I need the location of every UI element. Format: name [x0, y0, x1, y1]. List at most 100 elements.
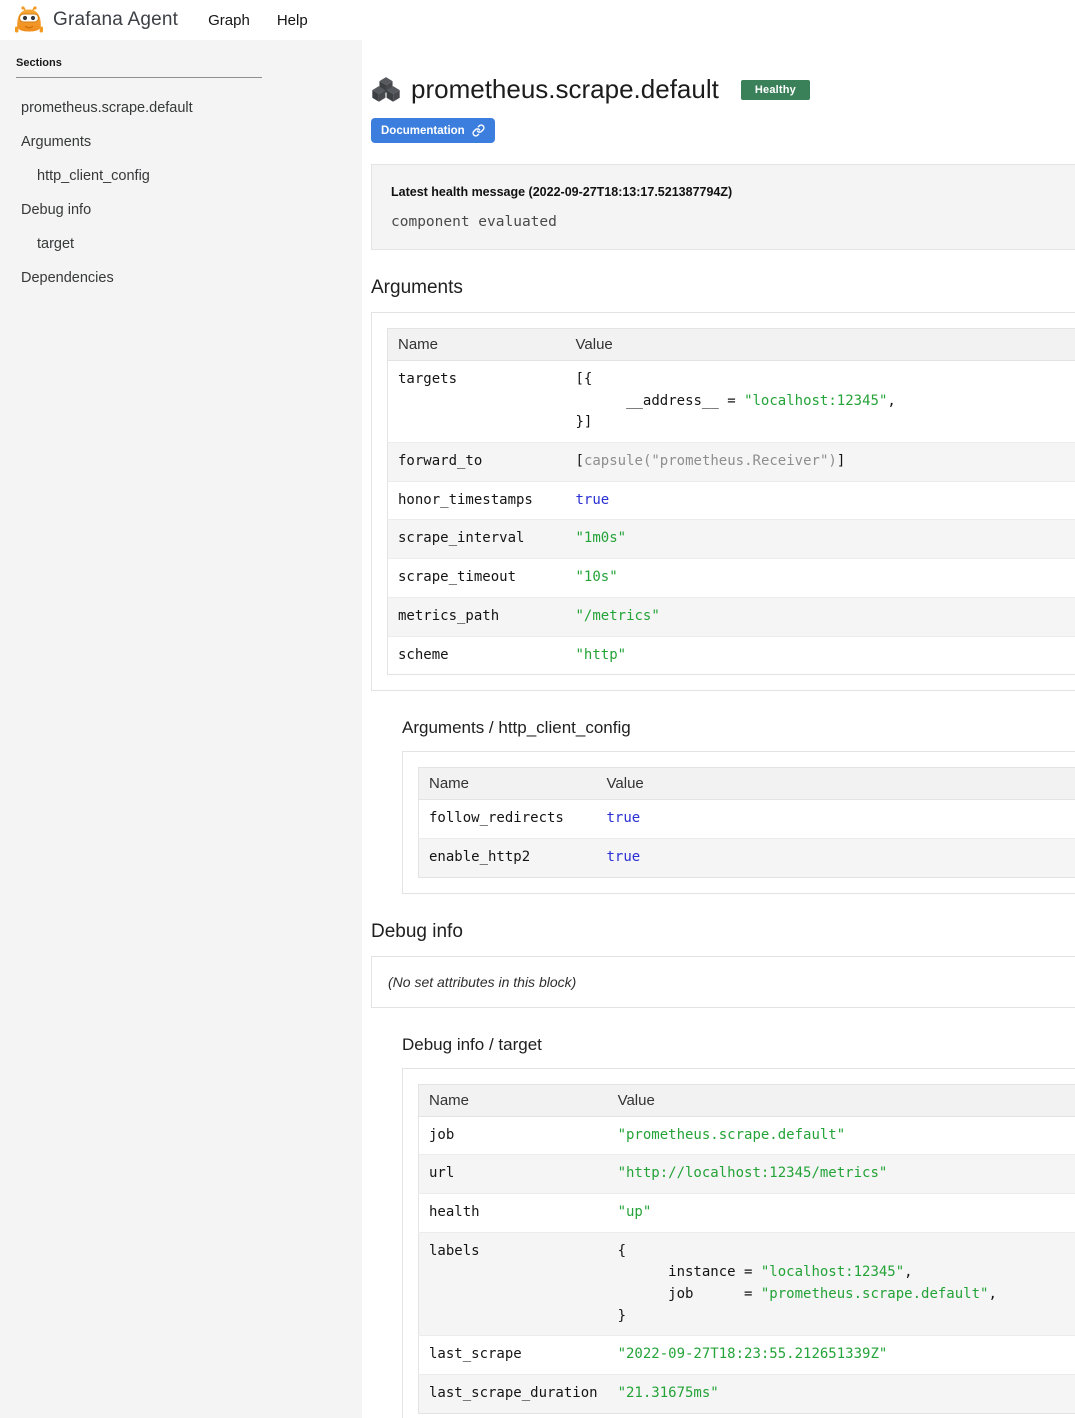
value-segment: true — [576, 492, 610, 508]
value-segment: [ — [576, 453, 584, 469]
link-icon — [472, 124, 485, 137]
table-row: forward_to[capsule("prometheus.Receiver"… — [388, 443, 1075, 482]
value-cell: "prometheus.scrape.default" — [608, 1116, 1075, 1155]
sidebar-sections-title: Sections — [16, 57, 346, 69]
sidebar-item-prometheus-scrape-default[interactable]: prometheus.scrape.default — [16, 91, 346, 125]
column-header: Value — [566, 329, 1075, 361]
value-segment: "21.31675ms" — [618, 1385, 719, 1401]
data-table: NameValue job "prometheus.scrape.default" u… — [418, 1084, 1075, 1414]
sidebar-item-debug-info[interactable]: Debug info — [16, 193, 346, 227]
column-header: Name — [419, 1084, 608, 1116]
row-value: true — [607, 808, 1075, 830]
cubes-icon — [371, 76, 401, 103]
name-cell: forward_to — [388, 443, 566, 482]
row-value: "1m0s" — [576, 528, 1075, 550]
row-value: "up" — [618, 1202, 1075, 1224]
value-segment: true — [607, 810, 641, 826]
value-segment: "1m0s" — [576, 530, 627, 546]
value-cell: "2022-09-27T18:23:55.212651339Z" — [608, 1336, 1075, 1375]
sidebar-item-arguments[interactable]: Arguments — [16, 125, 346, 159]
name-cell: scheme — [388, 636, 566, 675]
name-cell: scrape_interval — [388, 520, 566, 559]
row-name: honor_timestamps — [398, 490, 556, 512]
table-row: scheme "http" — [388, 636, 1075, 675]
value-segment: "/metrics" — [576, 608, 660, 624]
data-table: NameValuetargets[{ __address__ = "localh… — [387, 328, 1075, 675]
brand-label: Grafana Agent — [53, 9, 178, 31]
arguments-table: NameValuetargets[{ __address__ = "localh… — [387, 328, 1075, 675]
sidebar-item-dependencies[interactable]: Dependencies — [16, 261, 346, 295]
sidebar-item-target[interactable]: target — [16, 227, 346, 261]
column-header: Name — [388, 329, 566, 361]
health-message-label: Latest health message (2022-09-27T18:13:… — [391, 185, 1075, 199]
table-header-row: NameValue — [419, 768, 1075, 800]
value-segment: "http" — [576, 647, 627, 663]
value-cell: true — [597, 800, 1075, 839]
row-name: enable_http2 — [429, 847, 587, 869]
row-value: { instance = "localhost:12345", job = "p… — [618, 1241, 1075, 1328]
row-name: url — [429, 1163, 598, 1185]
sidebar-item-http-client-config[interactable]: http_client_config — [16, 159, 346, 193]
nav-link-graph[interactable]: Graph — [208, 12, 250, 29]
arguments-card: NameValuetargets[{ __address__ = "localh… — [371, 312, 1075, 691]
debug-info-empty-note: (No set attributes in this block) — [388, 974, 1075, 990]
row-value: true — [607, 847, 1075, 869]
table-row: scrape_timeout"10s" — [388, 559, 1075, 598]
value-segment: capsule("prometheus.Receiver") — [584, 453, 837, 469]
health-message-text: component evaluated — [391, 214, 1075, 230]
value-segment: "10s" — [576, 569, 618, 585]
row-name: labels — [429, 1241, 598, 1263]
nav-link-help[interactable]: Help — [277, 12, 308, 29]
table-row: job "prometheus.scrape.default" — [419, 1116, 1075, 1155]
section-heading-http-client-config: Arguments / http_client_config — [402, 718, 1075, 738]
http-client-config-table: NameValuefollow_redirectstrueenable_http… — [418, 767, 1075, 877]
value-cell: "1m0s" — [566, 520, 1075, 559]
row-value: "/metrics" — [576, 606, 1075, 628]
row-name: job — [429, 1125, 598, 1147]
value-segment: "up" — [618, 1204, 652, 1220]
row-name: follow_redirects — [429, 808, 587, 830]
value-segment: "prometheus.scrape.default" — [761, 1286, 989, 1302]
row-name: health — [429, 1202, 598, 1224]
value-segment: true — [607, 849, 641, 865]
value-cell: "up" — [608, 1193, 1075, 1232]
value-segment: [{ __address__ = — [576, 371, 745, 409]
name-cell: targets — [388, 361, 566, 443]
sidebar-divider — [16, 77, 262, 78]
row-value: true — [576, 490, 1075, 512]
page-title: prometheus.scrape.default — [411, 74, 719, 105]
value-cell: true — [566, 481, 1075, 520]
row-name: scheme — [398, 645, 556, 667]
value-segment: "prometheus.scrape.default" — [618, 1127, 846, 1143]
value-cell: [capsule("prometheus.Receiver")] — [566, 443, 1075, 482]
column-header: Value — [608, 1084, 1075, 1116]
value-segment: "localhost:12345" — [761, 1264, 904, 1280]
value-segment: "http://localhost:12345/metrics" — [618, 1165, 888, 1181]
name-cell: last_scrape_duration — [419, 1375, 608, 1414]
subsection-http-client-config: Arguments / http_client_config NameValue… — [402, 718, 1075, 893]
row-name: targets — [398, 369, 556, 391]
table-header-row: NameValue — [419, 1084, 1075, 1116]
grafana-agent-logo-icon — [14, 4, 44, 36]
row-name: scrape_interval — [398, 528, 556, 550]
value-cell: { instance = "localhost:12345", job = "p… — [608, 1232, 1075, 1336]
health-status-badge: Healthy — [741, 80, 810, 100]
row-name: last_scrape — [429, 1344, 598, 1366]
table-row: scrape_interval "1m0s" — [388, 520, 1075, 559]
value-cell: "21.31675ms" — [608, 1375, 1075, 1414]
brand-home-link[interactable]: Grafana Agent — [14, 4, 178, 36]
target-card: NameValue job "prometheus.scrape.default" u… — [402, 1068, 1075, 1418]
value-segment: "2022-09-27T18:23:55.212651339Z" — [618, 1346, 888, 1362]
table-row: targets[{ __address__ = "localhost:12345… — [388, 361, 1075, 443]
row-name: metrics_path — [398, 606, 556, 628]
sidebar-nav: prometheus.scrape.defaultArgumentshttp_c… — [16, 91, 346, 295]
table-row: url "http://localhost:12345/metrics" — [419, 1155, 1075, 1194]
row-value: "10s" — [576, 567, 1075, 589]
documentation-button[interactable]: Documentation — [371, 118, 495, 143]
table-row: last_scrape "2022-09-27T18:23:55.21265133… — [419, 1336, 1075, 1375]
name-cell: job — [419, 1116, 608, 1155]
main-content: prometheus.scrape.default Healthy Docume… — [362, 40, 1075, 1418]
section-heading-arguments: Arguments — [371, 277, 1075, 299]
sidebar: Sections prometheus.scrape.defaultArgume… — [0, 40, 362, 1418]
top-navbar: Grafana Agent Graph Help — [0, 0, 1075, 40]
